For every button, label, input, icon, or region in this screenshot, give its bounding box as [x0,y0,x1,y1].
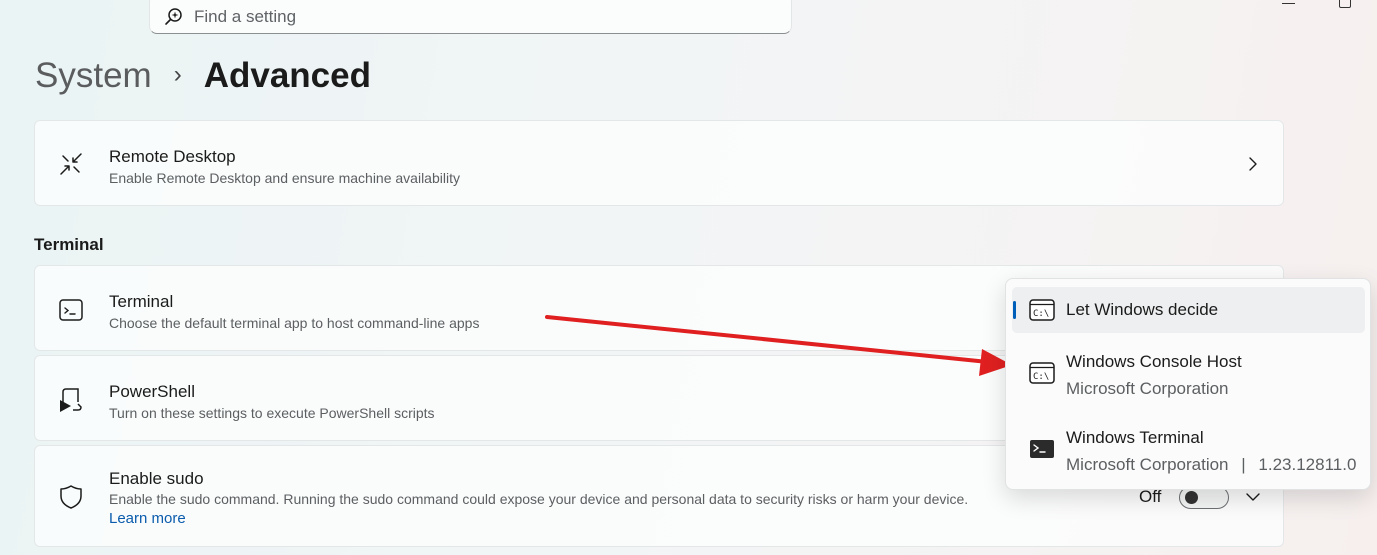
dropdown-option-windows-console-host[interactable]: C:\ Windows Console Host Microsoft Corpo… [1012,341,1365,407]
powershell-description: Turn on these settings to execute PowerS… [109,405,435,421]
terminal-description: Choose the default terminal app to host … [109,315,480,331]
option-version: 1.23.12811.0 [1258,455,1357,474]
selection-indicator [1013,301,1016,319]
breadcrumb: System › Advanced [35,56,371,96]
option-publisher: Microsoft Corporation [1066,455,1229,474]
dropdown-option-let-windows-decide[interactable]: C:\ Let Windows decide [1012,287,1365,333]
remote-desktop-title: Remote Desktop [109,147,236,166]
version-separator: | [1241,455,1246,474]
svg-text:C:\: C:\ [1033,372,1049,382]
section-heading-terminal: Terminal [34,235,104,254]
learn-more-link[interactable]: Learn more [109,510,186,527]
breadcrumb-system[interactable]: System [35,56,152,96]
page-title: Advanced [203,56,371,95]
option-publisher: Microsoft Corporation [1066,379,1229,398]
remote-desktop-description: Enable Remote Desktop and ensure machine… [109,170,460,186]
option-publisher-version: Microsoft Corporation | 1.23.12811.0 [1066,455,1356,475]
remote-desktop-icon [60,153,82,175]
dropdown-option-windows-terminal[interactable]: Windows Terminal Microsoft Corporation |… [1012,417,1365,483]
search-box[interactable] [149,0,792,34]
option-name: Windows Console Host [1066,352,1242,371]
search-icon [165,8,182,25]
enable-sudo-title: Enable sudo [109,469,204,488]
toggle-knob [1185,491,1198,504]
terminal-icon [59,299,83,321]
enable-sudo-description: Enable the sudo command. Running the sud… [109,491,969,507]
chevron-right-icon [1249,157,1257,171]
search-input[interactable] [194,7,754,27]
remote-desktop-card[interactable]: Remote Desktop Enable Remote Desktop and… [34,120,1284,206]
console-host-icon: C:\ [1029,362,1055,384]
option-name: Windows Terminal [1066,428,1204,447]
restore-button[interactable] [1337,0,1355,10]
svg-text:C:\: C:\ [1033,309,1049,319]
shield-icon [60,485,82,509]
terminal-title: Terminal [109,292,174,311]
powershell-title: PowerShell [109,382,195,401]
terminal-app-dropdown: C:\ Let Windows decide C:\ Windows Conso… [1005,278,1371,490]
windows-terminal-icon [1030,440,1054,458]
option-name: Let Windows decide [1066,300,1219,319]
chevron-down-icon[interactable] [1245,489,1261,505]
breadcrumb-separator-icon: › [173,61,182,88]
console-host-icon: C:\ [1029,299,1055,321]
powershell-icon [60,388,82,412]
minimize-button[interactable] [1280,0,1298,10]
sudo-toggle-label: Off [1139,487,1162,506]
